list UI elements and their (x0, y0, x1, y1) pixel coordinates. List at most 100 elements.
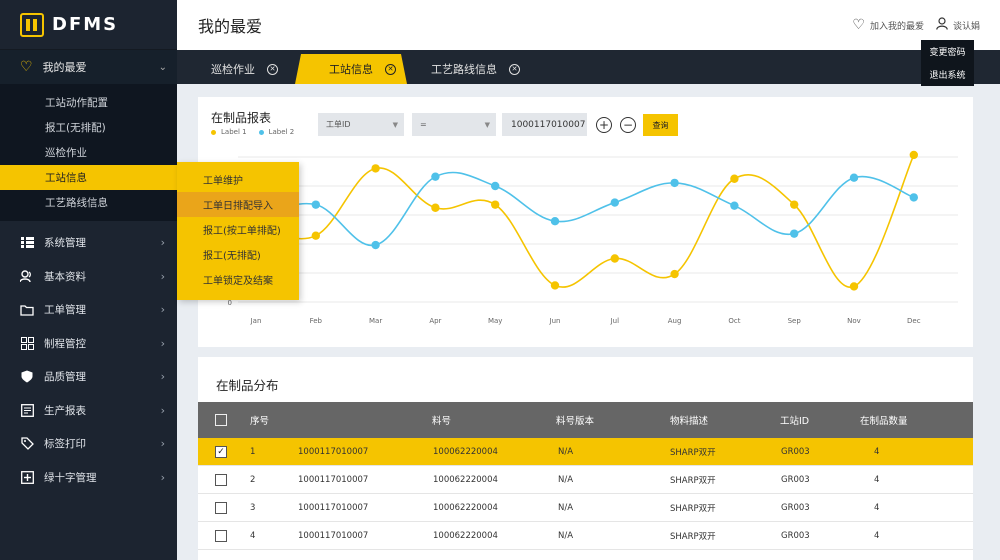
data-point-series-2[interactable] (610, 198, 619, 207)
remove-condition-button[interactable]: − (620, 117, 636, 133)
sidebar-item-label: 品质管理 (44, 371, 86, 384)
close-icon[interactable]: ✕ (267, 63, 278, 75)
data-point-series-2[interactable] (491, 181, 500, 191)
row-checkbox[interactable] (215, 494, 227, 521)
query-button[interactable]: 查询 (643, 114, 678, 136)
table-row[interactable]: 4 1000117010007 100062220004 N/A SHARP双开 GR00… (198, 522, 973, 550)
chevron-right-icon: › (160, 437, 165, 451)
logo-icon (20, 12, 44, 37)
sidebar-item-label: 我的最爱 (42, 61, 87, 74)
tab-routing-info[interactable]: 工艺路线信息 ✕ (431, 54, 520, 84)
flyout-item-work-order-maintain[interactable]: 工单维护 (177, 167, 299, 192)
table-row[interactable]: 2 1000117010007 100062220004 N/A SHARP双开 GR00… (198, 466, 973, 494)
row-checkbox[interactable] (215, 466, 227, 493)
user-icon[interactable] (936, 16, 948, 34)
data-point-series-2[interactable] (849, 173, 859, 182)
checkbox-box (215, 501, 227, 514)
row-checkbox[interactable]: ✓ (215, 438, 227, 465)
x-tick-label: Jan (250, 317, 262, 325)
filter-operator-select[interactable]: = ▼ (412, 113, 496, 136)
x-tick-label: Nov (847, 317, 861, 325)
sidebar-item-label: 标签打印 (44, 438, 86, 451)
data-point-series-2[interactable] (311, 200, 320, 209)
submenu-item-station-info[interactable]: 工站信息 (0, 165, 177, 190)
data-point-series-2[interactable] (790, 229, 799, 238)
filter-field-value: 工单ID (326, 120, 351, 129)
x-tick-label: Dec (907, 317, 921, 325)
chart-title: 在制品报表 (211, 111, 272, 125)
flyout-item-daily-schedule-import[interactable]: 工单日排配导入 (177, 192, 299, 217)
tab-patrol-inspection[interactable]: 巡检作业 ✕ (211, 54, 278, 84)
add-favorite-link[interactable]: 加入我的最爱 (870, 19, 924, 32)
data-point-series-1[interactable] (431, 203, 440, 212)
submenu-item-report-no-schedule[interactable]: 报工(无排配) (0, 115, 177, 140)
header: 我的最爱 ♡ 加入我的最爱 谈认娟 (177, 0, 1000, 50)
sidebar-item-label-print[interactable]: 标签打印 › (0, 427, 177, 461)
data-point-series-1[interactable] (371, 164, 380, 173)
data-point-series-1[interactable] (790, 200, 799, 209)
data-point-series-1[interactable] (550, 281, 560, 290)
sidebar-item-basic-data[interactable]: 基本资料 › (0, 260, 177, 294)
logo[interactable]: DFMS (0, 0, 177, 50)
user-name[interactable]: 谈认娟 (953, 19, 980, 32)
chevron-right-icon: › (160, 370, 165, 384)
submenu-item-patrol-inspection[interactable]: 巡检作业 (0, 140, 177, 165)
change-password-item[interactable]: 变更密码 (921, 40, 974, 63)
heart-icon[interactable]: ♡ (852, 17, 865, 33)
sidebar-item-green-cross[interactable]: 绿十字管理 › (0, 461, 177, 495)
data-point-series-1[interactable] (311, 231, 320, 240)
col-header-part-version: 料号版本 (556, 416, 595, 427)
sidebar-item-production-report[interactable]: 生产报表 › (0, 394, 177, 428)
data-point-series-2[interactable] (431, 172, 440, 181)
data-point-series-2[interactable] (371, 240, 380, 250)
data-point-series-1[interactable] (849, 282, 859, 291)
series-line-2 (255, 171, 915, 247)
add-condition-button[interactable]: + (596, 117, 612, 133)
col-header-wip-qty: 在制品数量 (860, 416, 908, 427)
data-point-series-2[interactable] (670, 178, 679, 188)
grid-list-icon (20, 236, 34, 250)
filter-field-select[interactable]: 工单ID ▼ (318, 113, 404, 136)
data-point-series-2[interactable] (909, 193, 918, 202)
tag-icon (20, 437, 34, 451)
tab-station-info[interactable]: 工站信息 ✕ (295, 54, 407, 84)
data-point-series-1[interactable] (909, 150, 918, 160)
checkbox-box (215, 414, 227, 426)
close-icon[interactable]: ✕ (385, 64, 396, 75)
data-point-series-1[interactable] (491, 200, 500, 209)
close-icon[interactable]: ✕ (509, 63, 520, 75)
data-point-series-1[interactable] (730, 174, 739, 183)
legend-label: Label 2 (268, 128, 295, 136)
x-tick-label: Aug (668, 317, 682, 325)
sidebar-item-work-order[interactable]: 工单管理 › (0, 293, 177, 327)
flyout-item-report-by-schedule[interactable]: 报工(按工单排配) (177, 217, 299, 242)
submenu-item-routing-info[interactable]: 工艺路线信息 (0, 190, 177, 215)
sidebar-item-system[interactable]: 系统管理 › (0, 226, 177, 260)
sidebar-item-quality[interactable]: 品质管理 › (0, 360, 177, 394)
flyout-item-lock-close[interactable]: 工单锁定及结案 (177, 267, 299, 292)
flyout-item-report-no-schedule[interactable]: 报工(无排配) (177, 242, 299, 267)
col-header-seq: 序号 (250, 416, 270, 427)
sidebar-item-label: 工单管理 (44, 304, 86, 317)
select-all-checkbox[interactable] (215, 402, 227, 438)
sidebar-item-favorites[interactable]: ♡ 我的最爱 ⌄ (0, 50, 177, 84)
sidebar-item-label: 系统管理 (44, 237, 86, 250)
table-row[interactable]: ✓ 1 1000117010007 100062220004 N/A SHARP双开 GR0… (198, 438, 973, 466)
cell-work-order: 1000117010007 (298, 446, 369, 457)
plus-square-icon (20, 470, 34, 484)
logout-item[interactable]: 退出系统 (921, 63, 974, 86)
sidebar-item-process-control[interactable]: 制程管控 › (0, 327, 177, 361)
cell-seq: 1 (250, 446, 256, 457)
cell-work-order: 1000117010007 (298, 530, 369, 541)
logo-text: DFMS (52, 14, 119, 35)
table-row[interactable]: 3 1000117010007 100062220004 N/A SHARP双开 GR00… (198, 494, 973, 522)
data-point-series-2[interactable] (550, 217, 560, 226)
data-point-series-2[interactable] (730, 201, 739, 210)
data-point-series-1[interactable] (610, 254, 619, 263)
row-checkbox[interactable] (215, 522, 227, 549)
submenu-item-station-action-config[interactable]: 工站动作配置 (0, 90, 177, 115)
filter-value-input[interactable]: 1000117010007 (502, 113, 587, 136)
x-tick-label: May (488, 317, 502, 325)
data-point-series-1[interactable] (670, 269, 679, 279)
chevron-right-icon: › (160, 269, 165, 283)
